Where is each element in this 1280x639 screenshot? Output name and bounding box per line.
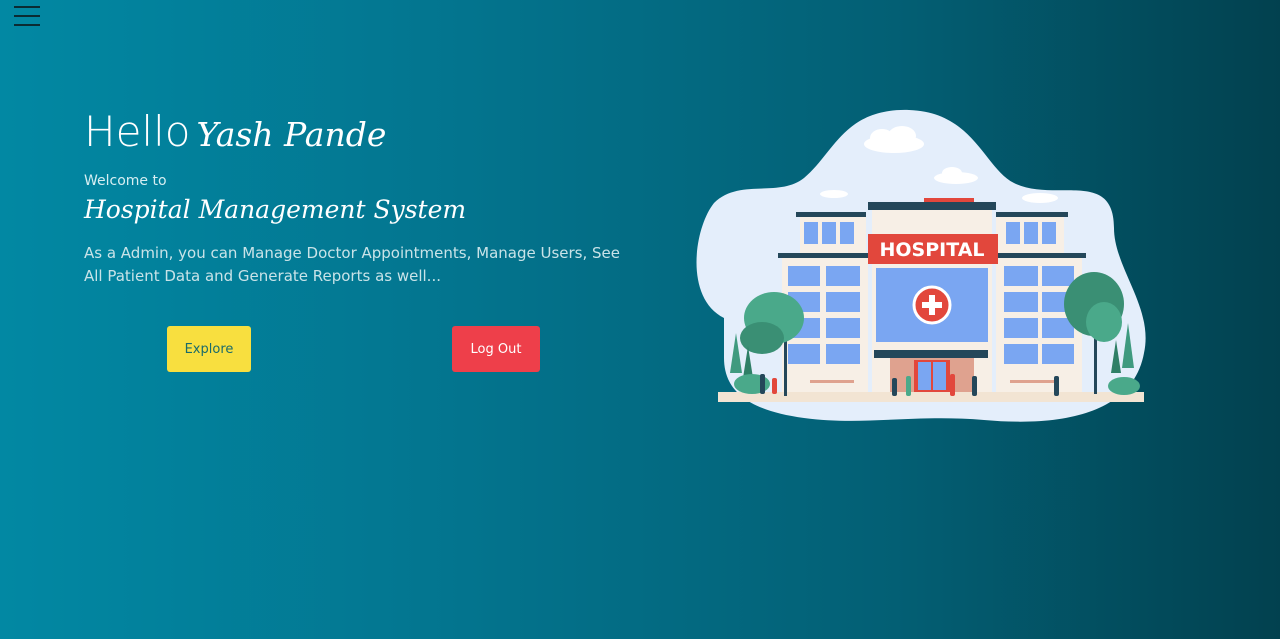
menu-line [14, 6, 40, 8]
central-tower [868, 198, 998, 392]
greeting: Hello Yash Pande [84, 104, 644, 163]
greeting-prefix: Hello [84, 107, 191, 156]
hamburger-menu-icon[interactable] [14, 4, 42, 26]
hospital-illustration: HOSPITAL [696, 109, 1146, 422]
logout-button[interactable]: Log Out [452, 326, 540, 372]
admin-description: As a Admin, you can Manage Doctor Appoin… [84, 244, 620, 285]
menu-line [14, 15, 40, 17]
hero-section: Hello Yash Pande Welcome to Hospital Mana… [84, 104, 644, 288]
explore-button[interactable]: Explore [167, 326, 251, 372]
hospital-sign-text: HOSPITAL [879, 239, 984, 261]
system-title: Hospital Management System [84, 195, 467, 224]
ground [718, 392, 1144, 402]
user-name: Yash Pande [196, 115, 387, 154]
menu-line [14, 24, 40, 26]
welcome-text: Welcome to [84, 173, 167, 189]
